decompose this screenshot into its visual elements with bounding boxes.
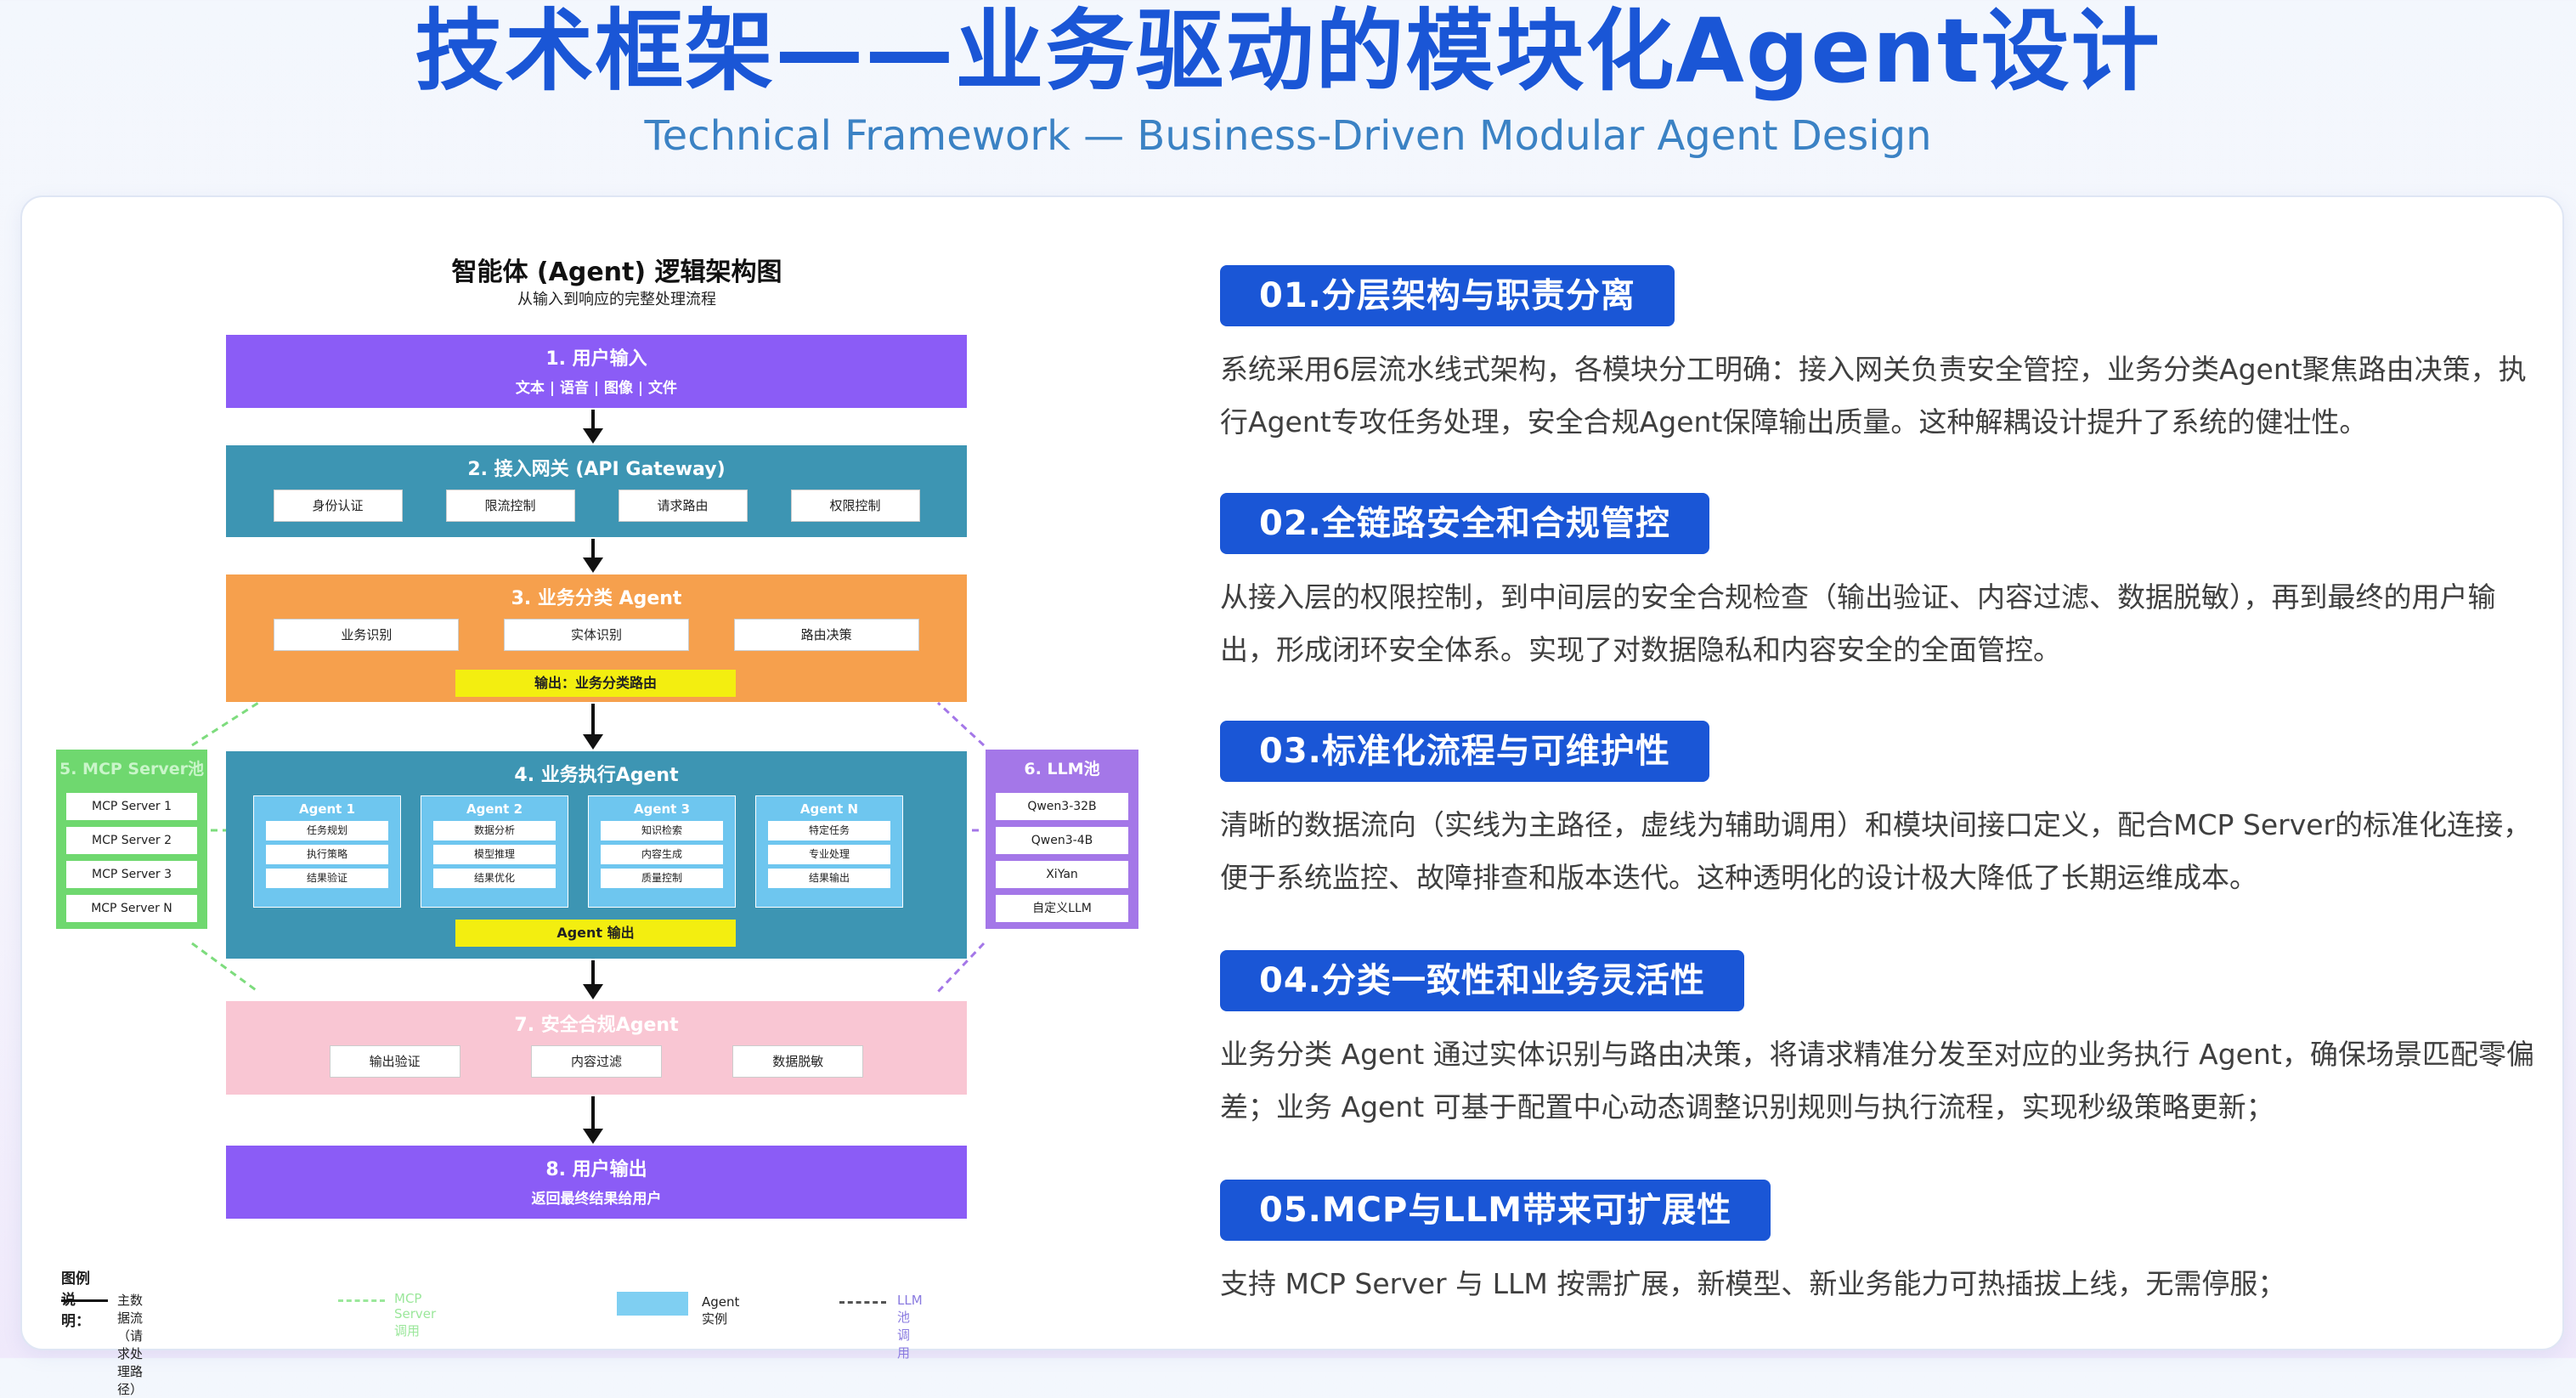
- section-text: 业务分类 Agent 通过实体识别与路由决策，将请求精准分发至对应的业务执行 A…: [1220, 1038, 2534, 1123]
- agent-item: 内容生成: [601, 845, 723, 864]
- mcp-server-item: MCP Server 3: [66, 861, 197, 888]
- legend-agent-swatch: [617, 1292, 688, 1316]
- classify-output: 输出：业务分类路由: [455, 670, 736, 697]
- section-4: 04.分类一致性和业务灵活性 业务分类 Agent 通过实体识别与路由决策，将请…: [1220, 950, 2545, 1134]
- execute-output: Agent 输出: [455, 920, 736, 947]
- layer-execute-title: 4. 业务执行Agent: [514, 765, 679, 786]
- agent-name: Agent 2: [466, 801, 523, 817]
- agent-item: 专业处理: [768, 845, 890, 864]
- layer-user-output-title: 8. 用户输出: [545, 1159, 647, 1180]
- mcp-pool-title: 5. MCP Server池: [59, 760, 205, 778]
- gateway-item: 请求路由: [618, 490, 748, 522]
- layer-user-output-sub: 返回最终结果给用户: [531, 1191, 662, 1208]
- legend-mcp-line: [338, 1299, 385, 1302]
- agent-card: Agent 3 知识检索 内容生成 质量控制: [588, 795, 736, 908]
- legend-llm-call: LLM池调用: [897, 1293, 923, 1361]
- agent-name: Agent 1: [298, 801, 356, 817]
- agent-item: 质量控制: [601, 869, 723, 888]
- gateway-item: 身份认证: [273, 490, 403, 522]
- llm-item: XiYan: [996, 861, 1128, 888]
- mcp-server-item: MCP Server 1: [66, 793, 197, 820]
- section-text: 支持 MCP Server 与 LLM 按需扩展，新模型、新业务能力可热插拔上线…: [1220, 1267, 2286, 1300]
- llm-pool: 6. LLM池 Qwen3-32B Qwen3-4B XiYan 自定义LLM: [986, 750, 1138, 929]
- section-1: 01.分层架构与职责分离 系统采用6层流水线式架构，各模块分工明确：接入网关负责…: [1220, 265, 2545, 449]
- legend-title: 图例说明：: [61, 1271, 90, 1330]
- layer-gateway-title: 2. 接入网关 (API Gateway): [467, 459, 726, 480]
- page-subtitle: Technical Framework — Business-Driven Mo…: [644, 112, 1932, 160]
- agent-card: Agent N 特定任务 专业处理 结果输出: [755, 795, 903, 908]
- llm-pool-title: 6. LLM池: [1024, 760, 1100, 778]
- agent-item: 数据分析: [433, 821, 556, 840]
- section-badge: 03.标准化流程与可维护性: [1220, 721, 1709, 782]
- layer-user-input-sub: 文本 | 语音 | 图像 | 文件: [515, 380, 678, 397]
- llm-classify-connector: [936, 701, 986, 747]
- flow-arrow-4: [583, 960, 603, 999]
- classify-item: 业务识别: [274, 619, 460, 651]
- section-badge: 04.分类一致性和业务灵活性: [1220, 950, 1744, 1011]
- content-card: 智能体 (Agent) 逻辑架构图 从输入到响应的完整处理流程 1. 用户输入 …: [20, 195, 2564, 1397]
- llm-item: 自定义LLM: [996, 895, 1128, 922]
- legend-llm-line: [839, 1301, 886, 1304]
- llm-item: Qwen3-4B: [996, 827, 1128, 854]
- layer-execute: 4. 业务执行Agent Agent 1 任务规划 执行策略 结果验证 Agen…: [226, 751, 967, 959]
- section-2: 02.全链路安全和合规管控 从接入层的权限控制，到中间层的安全合规检查（输出验证…: [1220, 493, 2545, 676]
- agent-card: Agent 1 任务规划 执行策略 结果验证: [253, 795, 401, 908]
- section-text: 系统采用6层流水线式架构，各模块分工明确：接入网关负责安全管控，业务分类Agen…: [1220, 353, 2527, 439]
- agent-item: 执行策略: [266, 845, 388, 864]
- section-text: 从接入层的权限控制，到中间层的安全合规检查（输出验证、内容过滤、数据脱敏），再到…: [1220, 580, 2496, 666]
- legend-mcp-call: MCP Server调用: [394, 1291, 437, 1339]
- classify-item: 实体识别: [503, 619, 689, 651]
- agent-item: 结果输出: [768, 869, 890, 888]
- section-5: 05.MCP与LLM带来可扩展性 支持 MCP Server 与 LLM 按需扩…: [1220, 1180, 2545, 1310]
- agent-name: Agent N: [799, 801, 859, 817]
- flow-arrow-3: [583, 704, 603, 750]
- layer-compliance: 7. 安全合规Agent 输出验证 内容过滤 数据脱敏: [226, 1001, 967, 1095]
- legend-agent-instance: Agent实例: [702, 1294, 740, 1327]
- layer-user-input: 1. 用户输入 文本 | 语音 | 图像 | 文件: [226, 335, 967, 408]
- layer-user-input-title: 1. 用户输入: [545, 348, 647, 370]
- legend-main-flow: 主数据流（请求处理路径）: [117, 1293, 144, 1397]
- llm-item: Qwen3-32B: [996, 793, 1128, 820]
- classify-item: 路由决策: [733, 619, 919, 651]
- flow-arrow-5: [583, 1096, 603, 1144]
- mcp-server-item: MCP Server N: [66, 895, 197, 922]
- section-text: 清晰的数据流向（实线为主路径，虚线为辅助调用）和模块间接口定义，配合MCP Se…: [1220, 808, 2532, 894]
- compliance-item: 数据脱敏: [732, 1045, 864, 1078]
- mcp-classify-connector: [191, 701, 259, 747]
- agent-item: 模型推理: [433, 845, 556, 864]
- agent-item: 知识检索: [601, 821, 723, 840]
- layer-classify: 3. 业务分类 Agent 业务识别 实体识别 路由决策 输出：业务分类路由: [226, 574, 967, 702]
- agent-item: 结果验证: [266, 869, 388, 888]
- section-badge: 01.分层架构与职责分离: [1220, 265, 1675, 326]
- compliance-item: 内容过滤: [530, 1045, 662, 1078]
- layer-compliance-title: 7. 安全合规Agent: [514, 1015, 679, 1036]
- flow-arrow-2: [583, 539, 603, 573]
- legend-main-flow-line: [61, 1299, 108, 1302]
- compliance-item: 输出验证: [329, 1045, 460, 1078]
- section-badge: 02.全链路安全和合规管控: [1220, 493, 1709, 554]
- agent-item: 特定任务: [768, 821, 890, 840]
- layer-gateway: 2. 接入网关 (API Gateway) 身份认证 限流控制 请求路由 权限控…: [226, 445, 967, 537]
- agent-item: 任务规划: [266, 821, 388, 840]
- agent-card: Agent 2 数据分析 模型推理 结果优化: [421, 795, 568, 908]
- section-badge: 05.MCP与LLM带来可扩展性: [1220, 1180, 1771, 1241]
- section-3: 03.标准化流程与可维护性 清晰的数据流向（实线为主路径，虚线为辅助调用）和模块…: [1220, 721, 2545, 904]
- layer-user-output: 8. 用户输出 返回最终结果给用户: [226, 1146, 967, 1219]
- agent-name: Agent 3: [633, 801, 691, 817]
- page-title: 技术框架——业务驱动的模块化Agent设计: [415, 0, 2161, 103]
- flow-arrow-1: [583, 410, 603, 444]
- mcp-server-item: MCP Server 2: [66, 827, 197, 854]
- mcp-server-pool: 5. MCP Server池 MCP Server 1 MCP Server 2…: [56, 750, 207, 929]
- gateway-item: 权限控制: [790, 490, 920, 522]
- layer-classify-title: 3. 业务分类 Agent: [511, 588, 682, 609]
- agent-item: 结果优化: [433, 869, 556, 888]
- gateway-item: 限流控制: [445, 490, 575, 522]
